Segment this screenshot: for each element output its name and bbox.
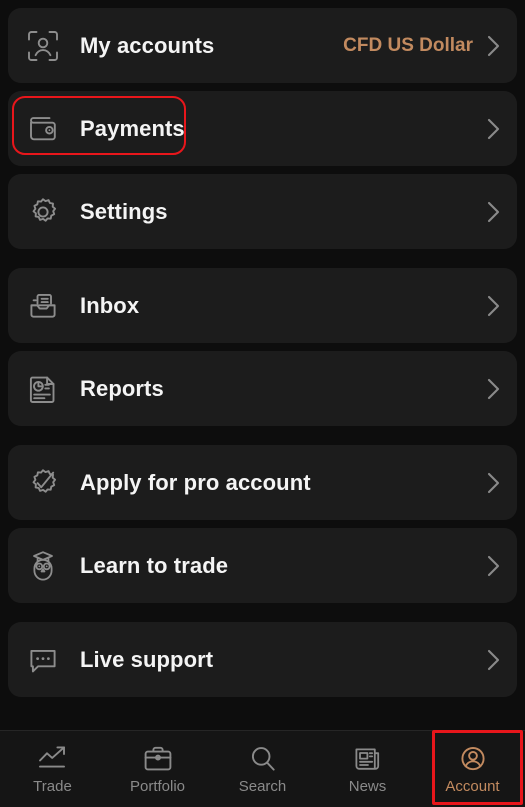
chat-bubble-icon [22, 639, 64, 681]
menu-group-support: Live support [8, 622, 517, 697]
owl-graduate-icon [22, 545, 64, 587]
wallet-icon [22, 108, 64, 150]
tab-label: Search [238, 778, 287, 795]
chevron-right-icon [487, 34, 501, 58]
menu-row-my-accounts[interactable]: My accounts CFD US Dollar [8, 8, 517, 83]
menu-scroll-area[interactable]: My accounts CFD US Dollar Payments Setti… [0, 0, 525, 730]
tab-label: Portfolio [129, 778, 186, 795]
bottom-tab-bar: Trade Portfolio Search News Account [0, 730, 525, 807]
menu-row-label: Inbox [80, 292, 140, 318]
tab-news[interactable]: News [315, 731, 420, 807]
briefcase-icon [143, 744, 173, 774]
chevron-right-icon [487, 471, 501, 495]
trending-up-icon [37, 744, 69, 774]
menu-row-label: Settings [80, 198, 168, 224]
chevron-right-icon [487, 117, 501, 141]
menu-row-learn-to-trade[interactable]: Learn to trade [8, 528, 517, 603]
menu-row-live-support[interactable]: Live support [8, 622, 517, 697]
report-document-icon [22, 368, 64, 410]
chevron-right-icon [487, 200, 501, 224]
gear-icon [22, 191, 64, 233]
tab-label: Trade [33, 778, 72, 795]
tab-search[interactable]: Search [210, 731, 315, 807]
tab-trade[interactable]: Trade [0, 731, 105, 807]
tab-account[interactable]: Account [420, 731, 525, 807]
menu-row-payments[interactable]: Payments [8, 91, 517, 166]
menu-row-inbox[interactable]: Inbox [8, 268, 517, 343]
menu-row-label: Live support [80, 646, 214, 672]
newspaper-icon [353, 744, 383, 774]
menu-row-apply-pro-account[interactable]: Apply for pro account [8, 445, 517, 520]
menu-group-communication: Inbox Reports [8, 268, 517, 426]
chevron-right-icon [487, 294, 501, 318]
badge-check-icon [22, 462, 64, 504]
menu-row-label: Learn to trade [80, 552, 229, 578]
menu-row-label: My accounts [80, 32, 215, 58]
magnifier-icon [248, 744, 278, 774]
account-menu-screen: My accounts CFD US Dollar Payments Setti… [0, 0, 525, 807]
chevron-right-icon [487, 554, 501, 578]
account-frame-icon [22, 25, 64, 67]
menu-group-growth: Apply for pro account Learn to trade [8, 445, 517, 603]
menu-row-label: Reports [80, 375, 164, 401]
tab-portfolio[interactable]: Portfolio [105, 731, 210, 807]
menu-row-label: Apply for pro account [80, 469, 311, 495]
tab-label: Account [445, 778, 500, 795]
inbox-tray-icon [22, 285, 64, 327]
my-accounts-value: CFD US Dollar [343, 34, 473, 56]
menu-group-account: My accounts CFD US Dollar Payments Setti… [8, 8, 517, 249]
menu-row-reports[interactable]: Reports [8, 351, 517, 426]
chevron-right-icon [487, 648, 501, 672]
person-circle-icon [458, 744, 488, 774]
menu-row-settings[interactable]: Settings [8, 174, 517, 249]
tab-label: News [348, 778, 387, 795]
chevron-right-icon [487, 377, 501, 401]
menu-row-label: Payments [80, 115, 185, 141]
